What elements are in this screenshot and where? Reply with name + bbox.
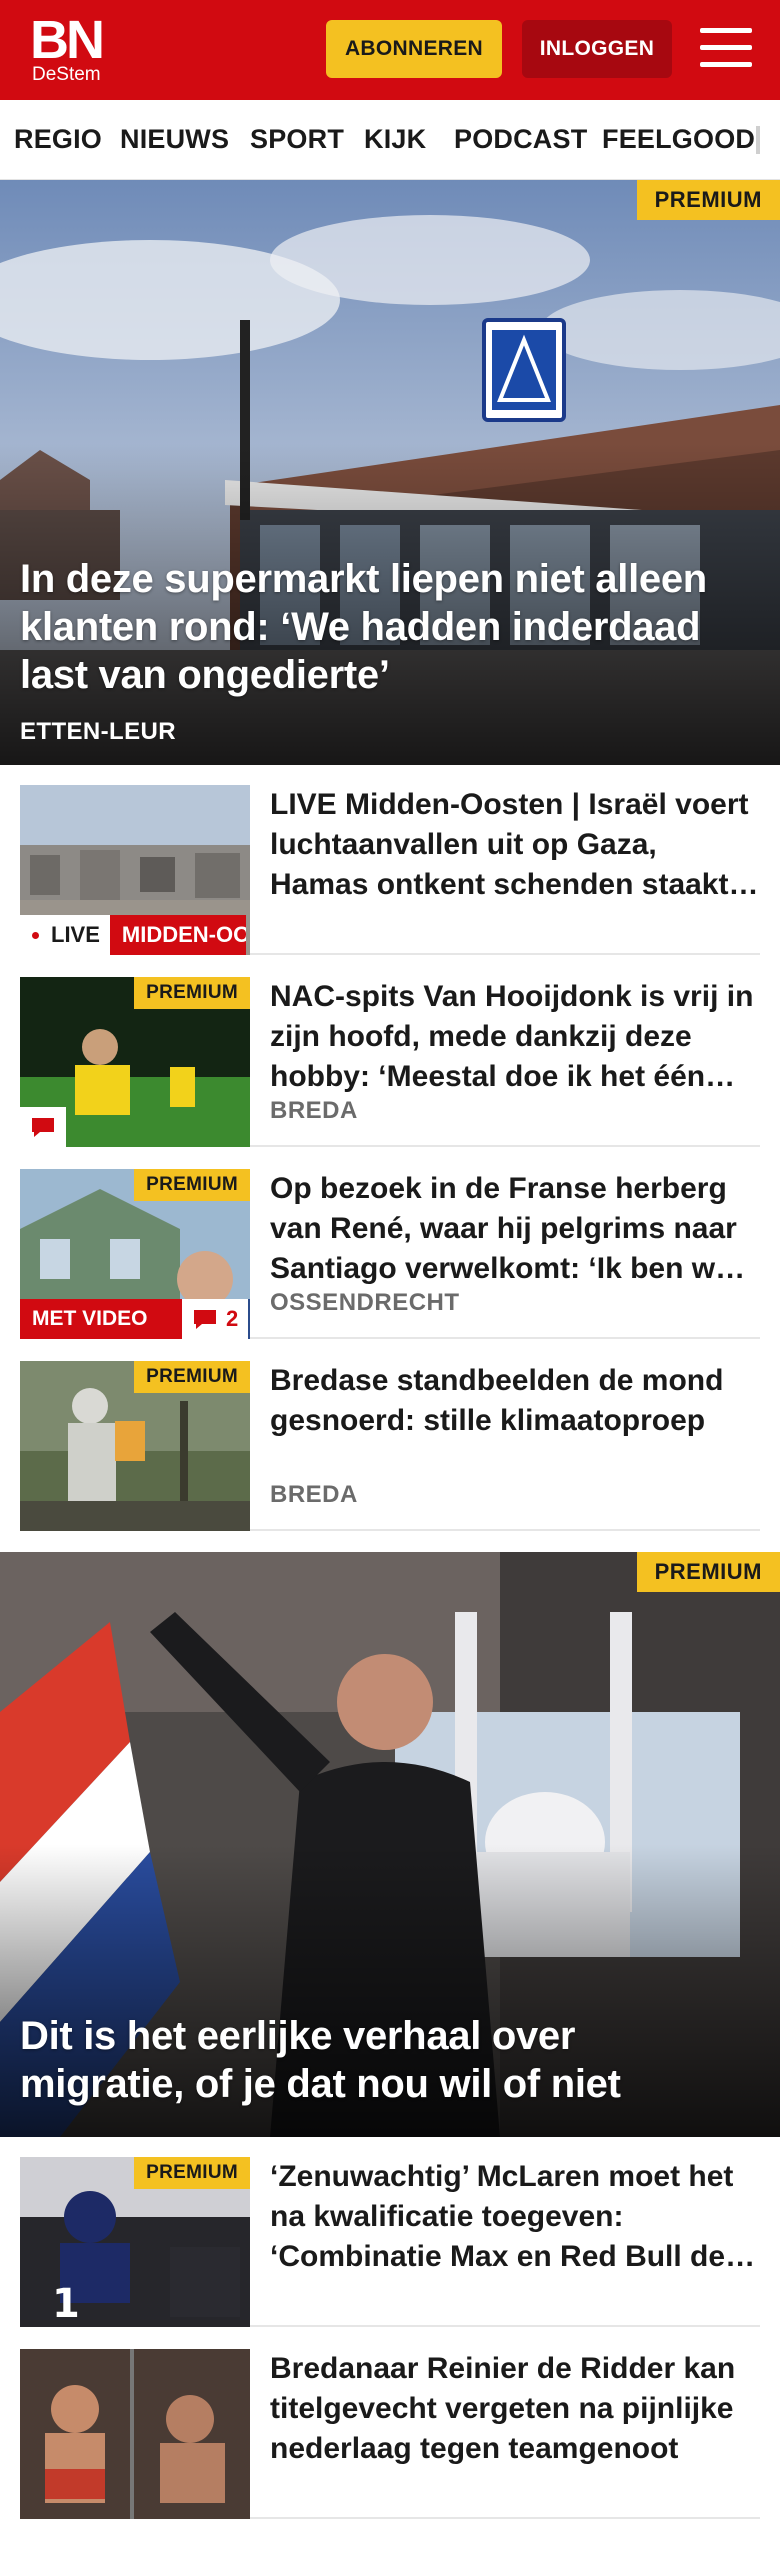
list-item[interactable]: PREMIUM MET VIDEO 2 Op bezoek in de Fran… [20, 1149, 760, 1339]
premium-badge: PREMIUM [134, 1169, 250, 1201]
video-indicator: MET VIDEO 2 [20, 1299, 249, 1339]
premium-badge: PREMIUM [636, 180, 780, 220]
thumb-gaza: LIVE MIDDEN-OOSTEN [20, 785, 250, 955]
topic-tag: MIDDEN-OOSTEN [109, 915, 246, 955]
list-item[interactable]: PREMIUM NAC-spits Van Hooijdonk is vrij … [20, 957, 760, 1147]
premium-badge: PREMIUM [636, 1552, 780, 1592]
live-indicator: LIVE MIDDEN-OOSTEN [20, 915, 246, 955]
list-item[interactable]: Bredanaar Reinier de Ridder kan titelgev… [20, 2329, 760, 2519]
comment-count: 2 [182, 1299, 249, 1339]
hero-title[interactable]: In deze supermarkt liepen niet alleen kl… [20, 555, 760, 699]
logo-main: BN [30, 10, 105, 70]
article-headline[interactable]: NAC-spits Van Hooijdonk is vrij in zijn … [270, 977, 760, 1097]
hero-article-supermarket[interactable]: PREMIUM In deze supermarkt liepen niet a… [0, 180, 780, 765]
svg-text:1: 1 [52, 2281, 80, 2327]
login-button[interactable]: INLOGGEN [522, 20, 672, 78]
thumb-f1: 1 PREMIUM [20, 2157, 250, 2327]
list-item[interactable]: LIVE MIDDEN-OOSTEN LIVE Midden-Oosten | … [20, 765, 760, 955]
article-location: BREDA [270, 1097, 358, 1124]
comment-badge [20, 1107, 66, 1147]
list-item[interactable]: PREMIUM Bredase standbeelden de mond ges… [20, 1341, 760, 1531]
thumb-statue: PREMIUM [20, 1361, 250, 1531]
nav-item-sport[interactable]: SPORT [250, 124, 344, 155]
list-item[interactable]: 1 PREMIUM ‘Zenuwachtig’ McLaren moet het… [20, 2137, 760, 2327]
nav-overflow-indicator [756, 126, 760, 154]
premium-badge: PREMIUM [134, 2157, 250, 2189]
hamburger-menu-icon[interactable] [700, 26, 752, 70]
nav-item-regio[interactable]: REGIO [14, 124, 102, 155]
nav-item-nieuws[interactable]: NIEUWS [120, 124, 229, 155]
site-header: BN DeStem ABONNEREN INLOGGEN [0, 0, 780, 100]
subscribe-button[interactable]: ABONNEREN [326, 20, 502, 78]
article-location: OSSENDRECHT [270, 1289, 460, 1316]
thumb-mma [20, 2349, 250, 2519]
comment-icon [194, 1310, 216, 1329]
hero-location: ETTEN-LEUR [20, 718, 176, 745]
live-dot-icon [32, 931, 39, 939]
article-headline[interactable]: Op bezoek in de Franse herberg van René,… [270, 1169, 760, 1289]
video-label: MET VIDEO [20, 1299, 182, 1339]
premium-badge: PREMIUM [134, 977, 250, 1009]
article-location: BREDA [270, 1481, 358, 1508]
logo-sub: DeStem [32, 64, 101, 85]
comment-icon [32, 1118, 54, 1137]
premium-badge: PREMIUM [134, 1361, 250, 1393]
nav-item-kijk[interactable]: KIJK [364, 124, 426, 155]
nav-item-podcast[interactable]: PODCAST [454, 124, 587, 155]
nav-item-feelgood[interactable]: FEELGOOD [602, 124, 755, 155]
section-nav: REGIO NIEUWS SPORT KIJK PODCAST FEELGOOD [0, 100, 780, 180]
article-headline[interactable]: LIVE Midden-Oosten | Israël voert luchta… [270, 785, 760, 905]
article-headline[interactable]: ‘Zenuwachtig’ McLaren moet het na kwalif… [270, 2157, 760, 2277]
hero-article-migration[interactable]: PREMIUM Dit is het eerlijke verhaal over… [0, 1552, 780, 2137]
article-headline[interactable]: Bredanaar Reinier de Ridder kan titelgev… [270, 2349, 760, 2469]
site-logo[interactable]: BN DeStem [30, 10, 120, 86]
live-label: LIVE [20, 915, 110, 955]
thumb-football: PREMIUM [20, 977, 250, 1147]
article-headline[interactable]: Bredase standbeelden de mond gesnoerd: s… [270, 1361, 760, 1441]
hero-title[interactable]: Dit is het eerlijke verhaal over migrati… [20, 2012, 740, 2108]
thumb-inn: PREMIUM MET VIDEO 2 [20, 1169, 250, 1339]
